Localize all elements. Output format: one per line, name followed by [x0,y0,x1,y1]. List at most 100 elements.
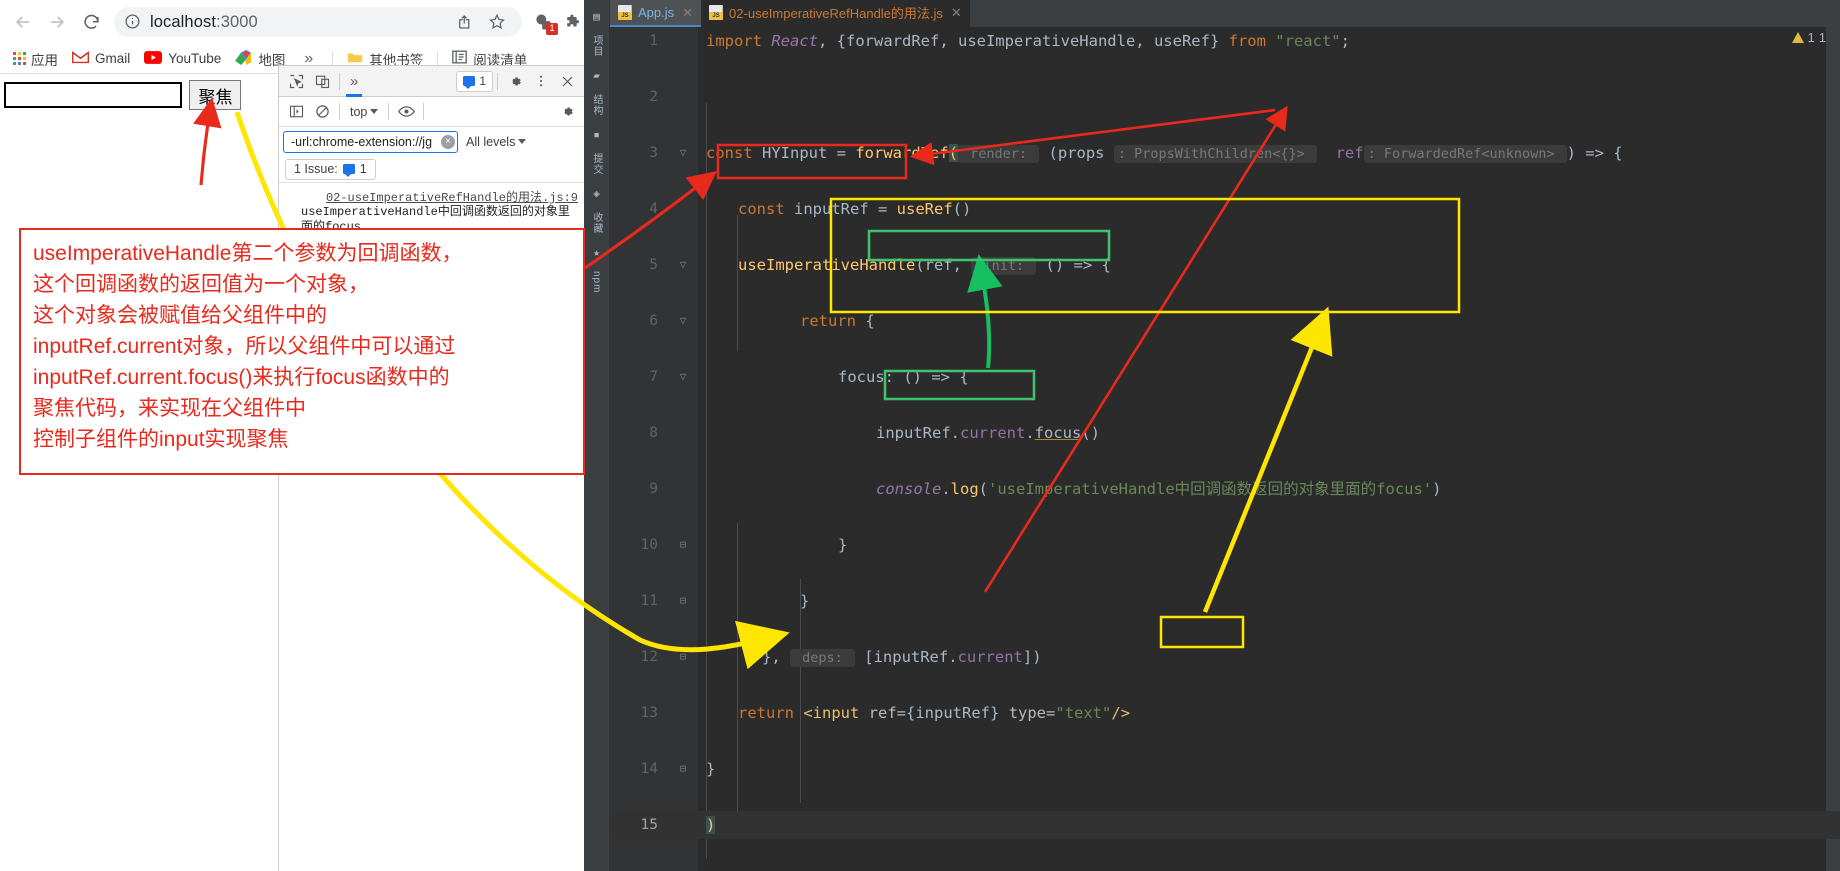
chevron-down-icon [370,109,379,114]
code-text: } [706,760,716,778]
fold-marker[interactable]: ⊟ [676,643,690,671]
code-text: import React, {forwardRef, useImperative… [706,32,1350,50]
code-line: 11 ⊟} [610,587,1840,615]
note-line: useImperativeHandle第二个参数为回调函数， [33,242,463,265]
divider [388,103,390,120]
note-line: 这个回调函数的返回值为一个对象， [33,273,369,296]
console-filter-input[interactable] [289,133,441,150]
note-line: inputRef.current.focus()来执行focus函数中的 [33,366,450,389]
inspect-icon[interactable] [283,69,309,93]
tool-window-npm[interactable]: npm [591,271,602,293]
structure-icon[interactable]: ▪ [593,128,600,141]
clear-filter-icon[interactable]: × [441,134,455,149]
execution-context-selector[interactable]: top [344,105,384,119]
star-icon[interactable] [482,7,512,37]
tab-label: App.js [638,5,675,20]
fold-marker[interactable]: ▽ [676,363,690,391]
code-text: return <input ref={inputRef} type="text"… [738,704,1131,722]
focus-input[interactable] [4,82,182,108]
maps-icon [235,49,252,68]
console-source-link[interactable]: 02-useImperativeRefHandle的用法.js:9 [301,188,578,205]
tool-window-project[interactable]: 项目 [589,35,604,57]
console-toolbar: top [279,97,584,127]
tool-window-favorites[interactable]: 收藏 [589,212,604,234]
warning-severity: 1 [1818,30,1826,45]
close-icon[interactable]: ✕ [951,5,962,21]
back-arrow-icon[interactable] [6,5,40,39]
device-toolbar-icon[interactable] [309,69,335,93]
youtube-icon [144,50,163,67]
tool-window-commit[interactable]: 提交 [589,153,604,175]
bookmark-youtube[interactable]: YouTube [137,49,228,69]
code-line: 3 ▽ const HYInput = forwardRef( render: (p… [610,139,1840,167]
fold-marker[interactable]: ⊟ [676,531,690,559]
code-line: 12 ⊟}, deps: [inputRef.current]) [610,643,1840,671]
warning-count: 1 [1807,30,1815,45]
close-icon[interactable]: ✕ [682,5,693,21]
console-settings-gear-icon[interactable] [554,100,580,124]
fold-marker[interactable]: ⊟ [676,587,690,615]
star-icon[interactable]: ★ [593,246,600,259]
code-text: }, deps: [inputRef.current]) [762,648,1042,667]
clear-console-icon[interactable] [309,100,335,124]
divider [423,103,425,120]
code-line: 2 [649,89,658,105]
code-line: 14 ⊟} [610,755,1840,783]
code-line: 7 ▽ focus: () => { [610,363,1840,391]
console-sidebar-icon[interactable] [283,100,309,124]
chevron-down-icon [518,139,527,144]
console-filter-box[interactable]: × [283,130,458,153]
code-line: 16 [610,867,1840,871]
code-text: } [800,592,810,610]
extension-badge-icon[interactable]: 1 [528,7,558,37]
code-text: useImperativeHandle(ref, init: () => { [738,256,1111,275]
forward-arrow-icon[interactable] [40,5,74,39]
close-icon[interactable] [554,69,580,93]
commit-icon[interactable]: ◈ [593,187,600,200]
tool-window-structure[interactable]: 结构 [589,94,604,116]
code-line: 15) [610,811,1840,839]
bookmark-gmail[interactable]: Gmail [65,49,137,69]
code-editor[interactable]: 1 import React, {forwardRef, useImperativ… [610,27,1840,871]
more-options-icon[interactable] [528,69,554,93]
fold-marker[interactable]: ▽ [676,307,690,335]
site-info-icon[interactable] [124,13,142,31]
issues-bar: 1 Issue: 1 [279,156,584,183]
message-icon [463,76,476,89]
fold-marker[interactable]: ▽ [676,251,690,279]
code-line: 13 return <input ref={inputRef} type="tex… [610,699,1840,727]
live-expression-icon[interactable] [393,100,419,124]
tab-app-js[interactable]: App.js ✕ [610,0,702,27]
log-levels-dropdown[interactable]: All levels [466,135,527,149]
code-line: 6 ▽ return { [610,307,1840,335]
note-line: 这个对象会被赋值给父组件中的 [33,304,327,327]
note-line: inputRef.current对象，所以父组件中可以通过 [33,335,456,358]
more-tabs-button[interactable]: » [344,69,364,97]
code-editor-window: ▤ 项目 ▰ 结构 ▪ 提交 ◈ 收藏 ★ npm App.js ✕ 02-us… [584,0,1840,871]
focus-button[interactable]: 聚焦 [189,80,242,110]
bookmark-apps[interactable]: 应用 [6,47,65,71]
folder-icon[interactable]: ▰ [593,69,600,82]
issues-prefix: 1 Issue: [294,162,338,176]
fold-marker[interactable]: ▽ [676,139,690,167]
js-file-icon [709,5,724,20]
share-icon[interactable] [450,7,480,37]
code-line: 1 import React, {forwardRef, useImperativ… [610,27,1840,55]
issues-chip[interactable]: 1 Issue: 1 [285,158,376,180]
editor-warning-indicator[interactable]: 1 1 [1791,30,1826,45]
context-label: top [350,104,368,119]
issues-counter[interactable]: 1 [456,70,493,92]
bookmark-label: YouTube [168,51,222,66]
project-view-icon[interactable]: ▤ [593,10,600,23]
reload-icon[interactable] [74,5,108,39]
warning-triangle-icon [1791,32,1804,43]
address-bar[interactable]: localhost:3000 [114,7,522,37]
message-icon [342,164,355,177]
code-text: ) [706,816,716,834]
apps-grid-icon [13,52,26,65]
annotation-note-box: useImperativeHandle第二个参数为回调函数， 这个回调函数的返回… [19,228,585,475]
editor-tab-bar: App.js ✕ 02-useImperativeRefHandle的用法.js… [610,0,1840,27]
fold-marker[interactable]: ⊟ [676,755,690,783]
gear-icon[interactable] [502,69,528,93]
tab-useimperativerefhandle-js[interactable]: 02-useImperativeRefHandle的用法.js ✕ [701,0,970,27]
